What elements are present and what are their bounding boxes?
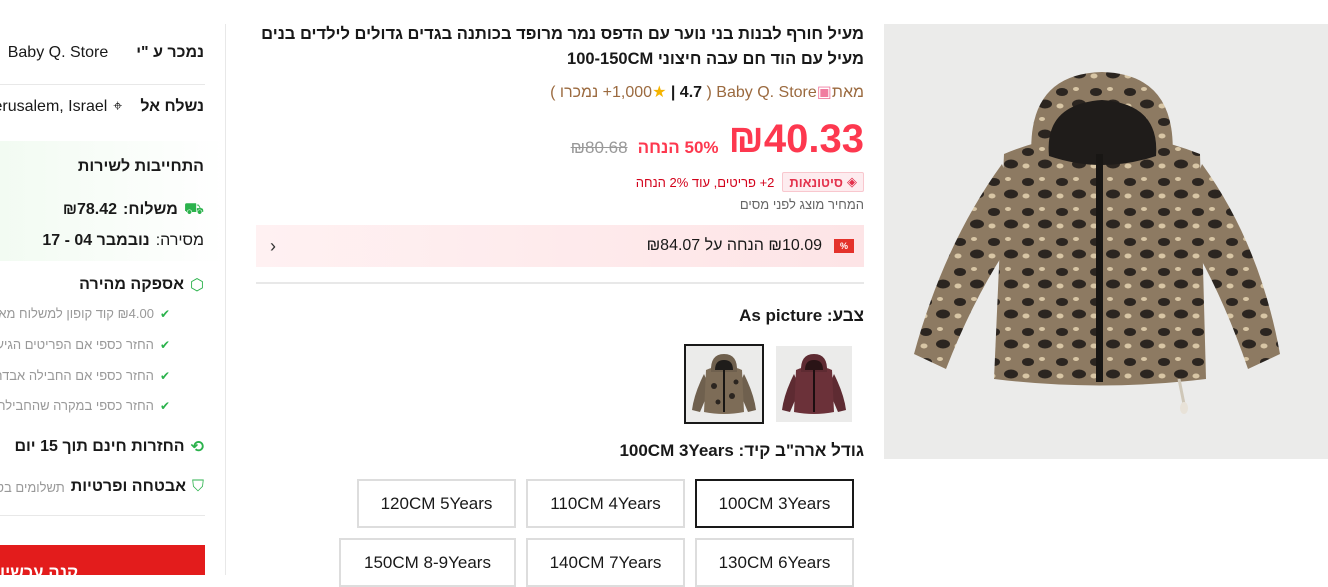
check-icon: ✔ <box>159 306 170 321</box>
free-returns-row: ⟲ החזרות חינם תוך 15 יום <box>14 437 204 457</box>
size-option-120cm[interactable]: 120CM 5Years <box>357 479 516 528</box>
tax-note: המחיר מוצג לפני מסים <box>739 197 864 212</box>
wholesale-tag-label: סיטונאות <box>789 174 843 190</box>
check-icon: ✔ <box>159 337 170 352</box>
leopard-jacket-image <box>914 72 1280 414</box>
product-title: מעיל חורף לבנות בני נוער עם הדפס נמר מרו… <box>261 25 864 68</box>
star-icon: ★ <box>652 84 667 101</box>
divider <box>256 282 864 284</box>
chevron-left-icon: ‹ <box>270 235 276 256</box>
coupon-icon: % <box>834 239 854 253</box>
fast-item: ✔ החזר כספי במקרה שהחבילה לא נמסרה תוך 45… <box>0 398 170 413</box>
store-link[interactable]: Baby Q. Store <box>716 84 817 101</box>
free-returns-text: החזרות חינם תוך 15 יום <box>14 438 185 455</box>
size-option-130cm[interactable]: 130CM 6Years <box>695 538 854 587</box>
store-icon: ▣ <box>816 84 832 101</box>
delivery-label: מסירה: <box>155 232 204 249</box>
divider <box>0 515 205 516</box>
color-swatch-leopard[interactable] <box>684 344 764 424</box>
check-icon: ✔ <box>159 398 170 413</box>
sidebar-store-link[interactable]: Baby Q. Store <box>8 44 109 62</box>
ship-to-row[interactable]: נשלח אל ⌖ Jerusalem, Israel <box>0 98 204 116</box>
fast-item: ✔ החזר כספי אם הפריטים הגיעו פגומים <box>0 337 170 352</box>
fast-item-text: החזר כספי אם החבילה אבדה <box>0 368 154 383</box>
discount-badge: 50% הנחה <box>637 138 719 157</box>
wholesale-text: 2+ פריטים, עוד 2% הנחה <box>635 174 775 190</box>
shipping-value: ₪78.42 <box>62 201 117 218</box>
ship-to-value: Jerusalem, Israel <box>0 98 108 115</box>
sold-suffix: + נמכרו ) <box>550 84 613 101</box>
leopard-swatch-image <box>692 354 756 414</box>
location-pin-icon: ⌖ <box>113 98 123 115</box>
price-row: ₪40.33 50% הנחה ₪80.68 <box>256 116 864 162</box>
shipping-label: משלוח: <box>123 201 178 218</box>
sold-open: ( <box>702 84 712 101</box>
fast-delivery-title: אספקה מהירה <box>79 276 185 293</box>
by-label: מאת <box>831 84 864 101</box>
truck-icon: ⛟ <box>183 201 204 218</box>
separator: | <box>670 84 680 101</box>
fast-item: ✔ החזר כספי אם החבילה אבדה <box>0 368 170 383</box>
store-rating-line: מאת▣Baby Q. Store ( 1,000★ | 4.7 + נמכרו … <box>256 82 864 102</box>
wholesale-row: ◈ סיטונאות 2+ פריטים, עוד 2% הנחה <box>256 172 864 192</box>
maroon-swatch-image <box>782 354 846 414</box>
shipping-row: ⛟ משלוח: ₪78.42 <box>63 200 204 220</box>
ship-to-label: נשלח אל <box>140 98 204 115</box>
commitment-title: התחייבות לשירות <box>77 158 204 175</box>
sold-by-label: נמכר ע "י <box>136 44 204 61</box>
color-label: צבע: As picture <box>739 306 864 325</box>
box-icon: ⬡ <box>190 277 204 294</box>
shield-icon: ⛉ <box>191 478 204 495</box>
wholesale-tag: ◈ סיטונאות <box>782 172 864 192</box>
coupon-bar[interactable]: % ₪10.09 הנחה על ₪84.07 ‹ <box>256 225 864 267</box>
purchase-sidebar: נמכר ע "י Baby Q. Store נשלח אל ⌖ Jerusa… <box>0 24 226 575</box>
fast-item-text: ₪4.00 קוד קופון למשלוח מאוחר <box>0 306 154 321</box>
rating-value: 4.7 <box>679 84 703 101</box>
fast-item-text: החזר כספי במקרה שהחבילה לא נמסרה תוך 45 … <box>0 398 154 413</box>
size-option-140cm[interactable]: 140CM 7Years <box>526 538 685 587</box>
delivery-value: נובמבר 04 - 17 <box>42 232 150 249</box>
security-text: תשלומים בטוחים <box>0 479 65 495</box>
delivery-row: מסירה: נובמבר 04 - 17 <box>42 232 204 250</box>
original-price: ₪80.68 <box>570 138 628 157</box>
tag-icon: ◈ <box>847 174 857 189</box>
current-price: ₪40.33 <box>728 117 864 161</box>
buy-now-button[interactable]: קנה עכשיו <box>0 545 205 575</box>
check-icon: ✔ <box>159 368 170 383</box>
size-option-150cm[interactable]: 150CM 8-9Years <box>339 538 516 587</box>
coupon-text: ₪10.09 הנחה על ₪84.07 <box>646 237 822 254</box>
fast-item: ✔ ₪4.00 קוד קופון למשלוח מאוחר <box>0 306 170 321</box>
size-label: גודל ארה"ב קיד: 100CM 3Years <box>619 441 864 460</box>
sold-by-row: נמכר ע "י Baby Q. Store <box>8 44 204 62</box>
color-swatch-maroon[interactable] <box>776 346 852 422</box>
fast-delivery-row: ⬡ אספקה מהירה <box>79 275 204 295</box>
fast-item-text: החזר כספי אם הפריטים הגיעו פגומים <box>0 337 154 352</box>
product-main-image[interactable] <box>884 24 1328 459</box>
return-icon: ⟲ <box>190 439 204 456</box>
sold-count: 1,000 <box>612 84 653 101</box>
size-option-100cm[interactable]: 100CM 3Years <box>695 479 854 528</box>
security-row: ⛉ אבטחה ופרטיות תשלומים בטוחים <box>0 478 204 496</box>
divider <box>0 84 205 85</box>
size-option-110cm[interactable]: 110CM 4Years <box>526 479 685 528</box>
security-title: אבטחה ופרטיות <box>70 478 186 495</box>
